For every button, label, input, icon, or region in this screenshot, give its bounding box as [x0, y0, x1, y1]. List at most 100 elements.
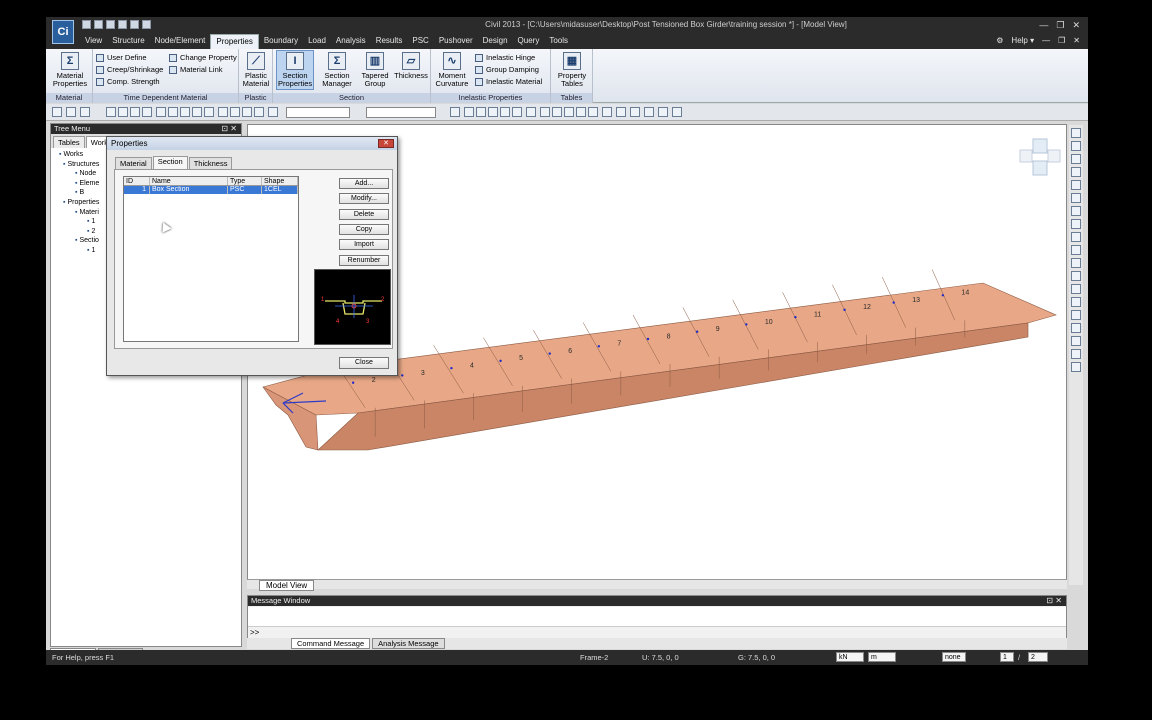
inelastic-material-button[interactable]: Inelastic Material	[475, 77, 542, 86]
toolbar-tool-35-icon[interactable]	[672, 107, 682, 117]
toolbar-tool-24-icon[interactable]	[526, 107, 536, 117]
view-tool-1-icon[interactable]	[1071, 128, 1081, 138]
inelastic-hinge-button[interactable]: Inelastic Hinge	[475, 53, 535, 62]
menu-item-load[interactable]: Load	[303, 34, 331, 49]
column-header-name[interactable]: Name	[150, 177, 228, 185]
table-row[interactable]: 1 Box Section PSC 1CEL	[124, 186, 298, 194]
creep-shrinkage-button[interactable]: Creep/Shrinkage	[96, 65, 163, 74]
menu-item-boundary[interactable]: Boundary	[259, 34, 303, 49]
tab-model-view[interactable]: Model View	[259, 580, 315, 591]
node-point[interactable]	[843, 308, 846, 312]
command-prompt[interactable]: >>	[250, 628, 259, 637]
menu-item-properties[interactable]: Properties	[210, 34, 259, 49]
page-current[interactable]: 1	[1000, 652, 1014, 662]
toolbar-tool-5-icon[interactable]	[118, 107, 128, 117]
tapered-group-button[interactable]: ▥ Tapered Group	[359, 52, 391, 88]
minimize-button[interactable]: —	[1039, 20, 1048, 31]
toolbar-tool-20-icon[interactable]	[476, 107, 486, 117]
tree-item[interactable]: ▪ 1	[53, 246, 99, 256]
tree-menu-pin-close-icon[interactable]: ⊡ ✕	[221, 124, 237, 134]
toolbar-tool-13-icon[interactable]	[218, 107, 228, 117]
toolbar-tool-11-icon[interactable]	[192, 107, 202, 117]
node-point[interactable]	[745, 323, 748, 326]
menu-item-tools[interactable]: Tools	[544, 34, 573, 49]
dialog-tab-section[interactable]: Section	[152, 156, 188, 169]
node-point[interactable]	[646, 337, 650, 341]
toolbar-tool-3-icon[interactable]	[80, 107, 90, 117]
column-header-id[interactable]: ID	[124, 177, 150, 185]
group-damping-button[interactable]: Group Damping	[475, 65, 539, 74]
tree-item[interactable]: ▪ Properties	[53, 198, 99, 208]
app-logo[interactable]: Ci	[52, 20, 74, 44]
length-unit-select[interactable]: m	[868, 652, 896, 662]
toolbar-tool-10-icon[interactable]	[180, 107, 190, 117]
view-tool-18-icon[interactable]	[1071, 349, 1081, 359]
redo-icon[interactable]	[142, 20, 151, 29]
new-file-icon[interactable]	[82, 20, 91, 29]
node-point[interactable]	[597, 345, 601, 348]
dialog-close-button[interactable]: Close	[339, 357, 389, 369]
view-tool-19-icon[interactable]	[1071, 362, 1081, 372]
menu-item-design[interactable]: Design	[478, 34, 513, 49]
tree-item[interactable]: ▪ Works	[53, 150, 99, 160]
tree-item[interactable]: ▪ B	[53, 188, 99, 198]
page-total[interactable]: 2	[1028, 652, 1048, 662]
toolbar-tool-22-icon[interactable]	[500, 107, 510, 117]
toolbar-tool-34-icon[interactable]	[658, 107, 668, 117]
dialog-close-icon[interactable]: ✕	[378, 139, 394, 148]
undo-icon[interactable]	[130, 20, 139, 29]
modify-button[interactable]: Modify...	[339, 193, 389, 205]
select-mode-dropdown[interactable]	[366, 107, 436, 118]
tree-item[interactable]: ▪ Sectio	[53, 236, 99, 246]
dialog-tab-thickness[interactable]: Thickness	[188, 157, 233, 169]
property-tables-button[interactable]: ▦ Property Tables	[554, 52, 590, 88]
tree-item[interactable]: ▪ 1	[53, 217, 99, 227]
tree-item[interactable]: ▪ Node	[53, 169, 99, 179]
toolbar-tool-17-icon[interactable]	[268, 107, 278, 117]
close-window-button[interactable]: ✕	[1072, 20, 1080, 31]
toolbar-tool-18-icon[interactable]	[450, 107, 460, 117]
toolbar-tool-27-icon[interactable]	[564, 107, 574, 117]
view-tool-7-icon[interactable]	[1071, 206, 1081, 216]
message-tab-analysis-message[interactable]: Analysis Message	[372, 638, 445, 649]
settings-icon[interactable]: ⚙	[996, 36, 1003, 45]
view-tool-12-icon[interactable]	[1071, 271, 1081, 281]
toolbar-tool-1-icon[interactable]	[52, 107, 62, 117]
thickness-button[interactable]: ▱ Thickness	[393, 52, 429, 80]
column-header-shape[interactable]: Shape	[262, 177, 298, 185]
tree-tab-tables[interactable]: Tables	[53, 136, 85, 148]
node-point[interactable]	[794, 315, 797, 319]
tree-item[interactable]: ▪ 2	[53, 227, 99, 237]
open-file-icon[interactable]	[94, 20, 103, 29]
plastic-material-button[interactable]: ⟋ Plastic Material	[242, 52, 270, 88]
toolbar-tool-8-icon[interactable]	[156, 107, 166, 117]
view-tool-16-icon[interactable]	[1071, 323, 1081, 333]
add-button[interactable]: Add...	[339, 178, 389, 189]
change-property-button[interactable]: Change Property	[169, 53, 237, 62]
view-tool-17-icon[interactable]	[1071, 336, 1081, 346]
toolbar-tool-14-icon[interactable]	[230, 107, 240, 117]
toolbar-tool-19-icon[interactable]	[464, 107, 474, 117]
toolbar-tool-25-icon[interactable]	[540, 107, 550, 117]
toolbar-tool-15-icon[interactable]	[242, 107, 252, 117]
tree-item[interactable]: ▪ Eleme	[53, 179, 99, 189]
toolbar-tool-23-icon[interactable]	[512, 107, 522, 117]
toolbar-tool-2-icon[interactable]	[66, 107, 76, 117]
delete-button[interactable]: Delete	[339, 208, 389, 220]
view-tool-11-icon[interactable]	[1071, 258, 1081, 268]
save-icon[interactable]	[106, 20, 115, 29]
material-properties-button[interactable]: Σ Material Properties	[50, 52, 90, 88]
copy-button[interactable]: Copy	[339, 223, 389, 235]
selection-filter-dropdown[interactable]	[286, 107, 350, 118]
force-unit-select[interactable]: kN	[836, 652, 864, 662]
menu-item-structure[interactable]: Structure	[107, 34, 149, 49]
column-header-type[interactable]: Type	[228, 177, 262, 185]
menu-item-view[interactable]: View	[80, 34, 107, 49]
import-button[interactable]: Import	[339, 239, 389, 251]
node-point[interactable]	[892, 301, 895, 304]
view-tool-14-icon[interactable]	[1071, 297, 1081, 307]
toolbar-tool-12-icon[interactable]	[204, 107, 214, 117]
node-point[interactable]	[499, 359, 502, 363]
help-menu[interactable]: Help ▾	[1011, 36, 1034, 45]
menu-item-pushover[interactable]: Pushover	[434, 34, 478, 49]
